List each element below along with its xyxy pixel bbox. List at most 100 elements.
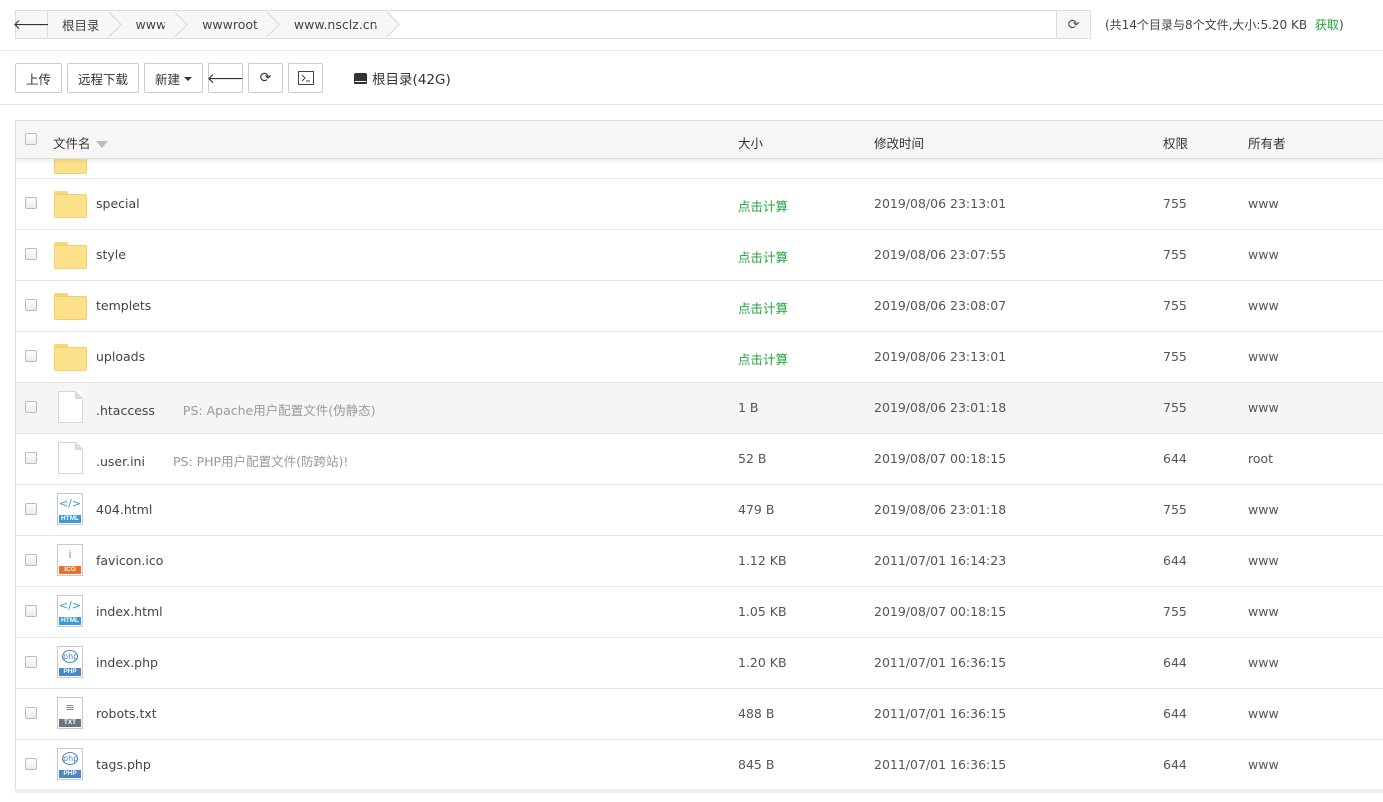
file-size[interactable]: 点击计算 xyxy=(738,196,788,215)
file-name[interactable]: index.html xyxy=(96,604,163,619)
table-row[interactable]: </> HTML index.html 1.05 KB 2019/08/07 00:18… xyxy=(16,587,1383,638)
table-row[interactable]: i ICO favicon.ico 1.12 KB 2011/07/01 16:14:2… xyxy=(16,536,1383,587)
remote-download-button[interactable]: 远程下载 xyxy=(67,63,140,93)
summary-text: (共14个目录与8个文件,大小:5.20 KB xyxy=(1105,18,1308,32)
refresh-icon[interactable]: ⟳ xyxy=(1056,11,1090,38)
table-row[interactable]: uploads 点击计算 2019/08/06 23:13:01 755 www xyxy=(16,332,1383,383)
header-size[interactable]: 大小 xyxy=(738,133,763,152)
header-name[interactable]: 文件名 xyxy=(53,133,108,152)
row-checkbox[interactable] xyxy=(25,605,37,617)
file-size[interactable]: 点击计算 xyxy=(738,247,788,266)
breadcrumb-item-root[interactable]: 根目录 xyxy=(48,11,114,38)
table-body: special 点击计算 2019/08/06 23:13:01 755 www styl… xyxy=(16,147,1383,789)
back-button[interactable]: 🡐 xyxy=(207,63,244,93)
breadcrumb-item-www[interactable]: www xyxy=(113,11,181,38)
permission[interactable]: 644 xyxy=(1163,757,1187,772)
permission[interactable]: 644 xyxy=(1163,451,1187,466)
owner[interactable]: www xyxy=(1248,553,1279,568)
disk-info[interactable]: 根目录(42G) xyxy=(354,68,451,88)
file-name[interactable]: index.php xyxy=(96,655,158,670)
row-checkbox[interactable] xyxy=(25,554,37,566)
breadcrumb-item-wwwroot[interactable]: wwwroot xyxy=(180,11,272,38)
file-size[interactable]: 点击计算 xyxy=(738,349,788,368)
owner[interactable]: www xyxy=(1248,706,1279,721)
row-checkbox[interactable] xyxy=(25,401,37,413)
file-size: 1.20 KB xyxy=(738,655,787,670)
owner[interactable]: root xyxy=(1248,451,1273,466)
permission[interactable]: 755 xyxy=(1163,298,1187,313)
terminal-button[interactable] xyxy=(288,63,324,93)
permission[interactable]: 755 xyxy=(1163,604,1187,619)
row-checkbox[interactable] xyxy=(25,503,37,515)
owner[interactable]: www xyxy=(1248,196,1279,211)
header-mtime[interactable]: 修改时间 xyxy=(874,133,924,152)
row-checkbox[interactable] xyxy=(25,758,37,770)
permission[interactable]: 755 xyxy=(1163,400,1187,415)
table-row[interactable]: .htaccess PS: Apache用户配置文件(伪静态) 1 B 2019/08… xyxy=(16,383,1383,434)
permission[interactable]: 755 xyxy=(1163,502,1187,517)
table-row[interactable]: </> HTML 404.html 479 B 2019/08/06 23:01:18 7… xyxy=(16,485,1383,536)
table-row[interactable]: php PHP tags.php 845 B 2011/07/01 16:36:15 64… xyxy=(16,740,1383,789)
permission[interactable]: 644 xyxy=(1163,553,1187,568)
owner[interactable]: www xyxy=(1248,400,1279,415)
new-button-label: 新建 xyxy=(155,71,181,87)
owner[interactable]: www xyxy=(1248,502,1279,517)
row-checkbox[interactable] xyxy=(25,707,37,719)
summary-close: ) xyxy=(1338,18,1344,32)
owner[interactable]: www xyxy=(1248,757,1279,772)
permission[interactable]: 644 xyxy=(1163,706,1187,721)
upload-button[interactable]: 上传 xyxy=(15,63,63,93)
permission[interactable]: 755 xyxy=(1163,196,1187,211)
table-row[interactable]: .user.ini PS: PHP用户配置文件(防跨站)! 52 B 2019/08/… xyxy=(16,434,1383,485)
table-row[interactable]: php PHP index.php 1.20 KB 2011/07/01 16:36:1… xyxy=(16,638,1383,689)
divider xyxy=(0,104,1383,105)
file-size: 845 B xyxy=(738,757,775,772)
arrow-left-icon[interactable]: 🡐 xyxy=(13,11,50,38)
file-name[interactable]: .htaccess PS: Apache用户配置文件(伪静态) xyxy=(96,400,375,419)
table-row-partial xyxy=(16,147,1383,179)
refresh-button[interactable]: ⟳ xyxy=(248,63,284,93)
permission[interactable]: 644 xyxy=(1163,655,1187,670)
owner[interactable]: www xyxy=(1248,349,1279,364)
html-file-icon: </> HTML xyxy=(57,595,83,627)
breadcrumb-item-site[interactable]: www.nsclz.cn xyxy=(271,11,392,38)
row-checkbox[interactable] xyxy=(25,299,37,311)
path-input-area[interactable] xyxy=(391,11,1056,38)
owner[interactable]: www xyxy=(1248,298,1279,313)
row-checkbox[interactable] xyxy=(25,197,37,209)
row-checkbox[interactable] xyxy=(25,656,37,668)
owner[interactable]: www xyxy=(1248,247,1279,262)
select-all-checkbox[interactable] xyxy=(25,133,37,145)
file-name[interactable]: 404.html xyxy=(96,502,152,517)
header-perm[interactable]: 权限 xyxy=(1163,133,1188,152)
owner[interactable]: www xyxy=(1248,655,1279,670)
file-name[interactable]: templets xyxy=(96,298,151,313)
folder-icon xyxy=(54,293,87,320)
file-size[interactable]: 点击计算 xyxy=(738,298,788,317)
directory-summary: (共14个目录与8个文件,大小:5.20 KB 获取) xyxy=(1105,16,1344,33)
file-name[interactable]: robots.txt xyxy=(96,706,157,721)
row-checkbox[interactable] xyxy=(25,350,37,362)
row-checkbox[interactable] xyxy=(25,452,37,464)
table-row[interactable]: ≡ TXT robots.txt 488 B 2011/07/01 16:36:15 64… xyxy=(16,689,1383,740)
header-owner[interactable]: 所有者 xyxy=(1248,133,1286,152)
table-row[interactable]: templets 点击计算 2019/08/06 23:08:07 755 www xyxy=(16,281,1383,332)
file-name[interactable]: tags.php xyxy=(96,757,151,772)
row-checkbox[interactable] xyxy=(25,248,37,260)
file-name[interactable]: .user.ini PS: PHP用户配置文件(防跨站)! xyxy=(96,451,348,470)
file-name[interactable]: style xyxy=(96,247,126,262)
permission[interactable]: 755 xyxy=(1163,247,1187,262)
new-dropdown-button[interactable]: 新建 xyxy=(144,63,204,93)
file-name[interactable]: favicon.ico xyxy=(96,553,163,568)
file-name[interactable]: uploads xyxy=(96,349,145,364)
owner[interactable]: www xyxy=(1248,604,1279,619)
file-name[interactable]: special xyxy=(96,196,140,211)
table-row[interactable]: style 点击计算 2019/08/06 23:07:55 755 www xyxy=(16,230,1383,281)
modified-time: 2011/07/01 16:36:15 xyxy=(874,655,1007,670)
modified-time: 2019/08/06 23:01:18 xyxy=(874,502,1007,517)
horizontal-scrollbar[interactable] xyxy=(15,789,1383,793)
table-row[interactable]: special 点击计算 2019/08/06 23:13:01 755 www xyxy=(16,179,1383,230)
html-file-icon: </> HTML xyxy=(57,493,83,525)
get-size-link[interactable]: 获取 xyxy=(1315,18,1339,32)
permission[interactable]: 755 xyxy=(1163,349,1187,364)
